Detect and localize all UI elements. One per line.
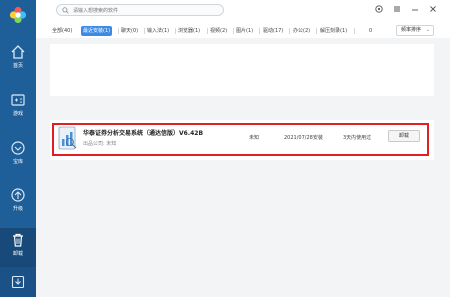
settings-icon[interactable] [374, 4, 384, 14]
sidebar-item-home[interactable]: 首页 [0, 40, 36, 80]
tab-image[interactable]: 图片(1) [236, 26, 253, 36]
search-input[interactable] [73, 6, 221, 15]
sidebar: 首页 游戏 宝库 升级 卸载 [0, 0, 36, 297]
tab-divider [175, 28, 176, 34]
trash-icon [13, 233, 23, 247]
tab-divider [289, 28, 290, 34]
tab-browser[interactable]: 浏览器(1) [178, 26, 200, 36]
sidebar-item-games[interactable]: 游戏 [0, 88, 36, 128]
last-used: 3天内使用过 [343, 135, 372, 141]
sidebar-item-uninstall[interactable]: 卸载 [0, 228, 36, 268]
search-icon [62, 7, 69, 14]
tab-recent-installs[interactable]: 最近安装(1) [81, 26, 113, 36]
category-tabs: 全部(40) 最近安装(1) 聊天(0) 输入法(1) 浏览器(1) 视频(2)… [36, 22, 450, 38]
sidebar-item-treasure[interactable]: 宝库 [0, 136, 36, 176]
install-date: 2021/07/28安装 [284, 135, 323, 141]
publisher-value: 未知 [106, 141, 117, 147]
tab-divider [207, 28, 208, 34]
content-area: 华泰证券分析交易系统（通达信版）V6.42B 出品公司: 未知 未知 2021/… [36, 38, 450, 297]
empty-panel [50, 44, 434, 96]
publisher-label: 出品公司: [83, 141, 105, 147]
sort-dropdown-label: 频率排序 [401, 27, 422, 33]
chevron-down-icon: ⌄ [425, 27, 430, 33]
uninstall-button[interactable]: 卸载 [388, 130, 420, 142]
tab-divider [118, 28, 119, 34]
sort-dropdown[interactable]: 频率排序 ⌄ [396, 25, 434, 36]
sidebar-item-label: 卸载 [12, 251, 23, 257]
tab-divider [316, 28, 317, 34]
tab-other[interactable]: 0 [369, 26, 372, 36]
app-chart-icon [58, 126, 77, 150]
search-box[interactable] [56, 4, 224, 16]
download-icon [11, 275, 25, 289]
tab-office[interactable]: 办公(2) [293, 26, 310, 36]
tab-driver[interactable]: 驱动(17) [263, 26, 283, 36]
sidebar-item-label: 游戏 [12, 111, 23, 117]
tab-video[interactable]: 视频(2) [210, 26, 227, 36]
tab-divider [144, 28, 145, 34]
tab-divider [259, 28, 260, 34]
tab-all[interactable]: 全部(40) [52, 26, 72, 36]
sidebar-item-label: 首页 [12, 63, 23, 69]
app-size: 未知 [249, 135, 260, 141]
treasure-icon [11, 141, 25, 155]
menu-icon[interactable] [392, 4, 402, 14]
home-icon [11, 45, 25, 59]
top-bar [36, 0, 450, 20]
sidebar-bottom-button[interactable] [0, 267, 36, 297]
tab-divider [233, 28, 234, 34]
tab-chat[interactable]: 聊天(0) [121, 26, 138, 36]
tab-divider [354, 28, 355, 34]
tab-input-method[interactable]: 输入法(1) [147, 26, 169, 36]
app-publisher: 出品公司: 未知 [83, 140, 116, 147]
tab-unzip-burn[interactable]: 解压刻录(1) [320, 26, 347, 36]
sidebar-item-label: 升级 [12, 206, 23, 212]
close-icon[interactable] [428, 4, 438, 14]
upgrade-icon [11, 188, 25, 202]
app-name: 华泰证券分析交易系统（通达信版）V6.42B [83, 130, 204, 137]
sidebar-item-upgrade[interactable]: 升级 [0, 183, 36, 223]
app-logo-icon [9, 6, 27, 24]
sidebar-item-label: 宝库 [12, 159, 23, 165]
minimize-icon[interactable] [410, 4, 420, 14]
gamepad-icon [11, 94, 25, 106]
